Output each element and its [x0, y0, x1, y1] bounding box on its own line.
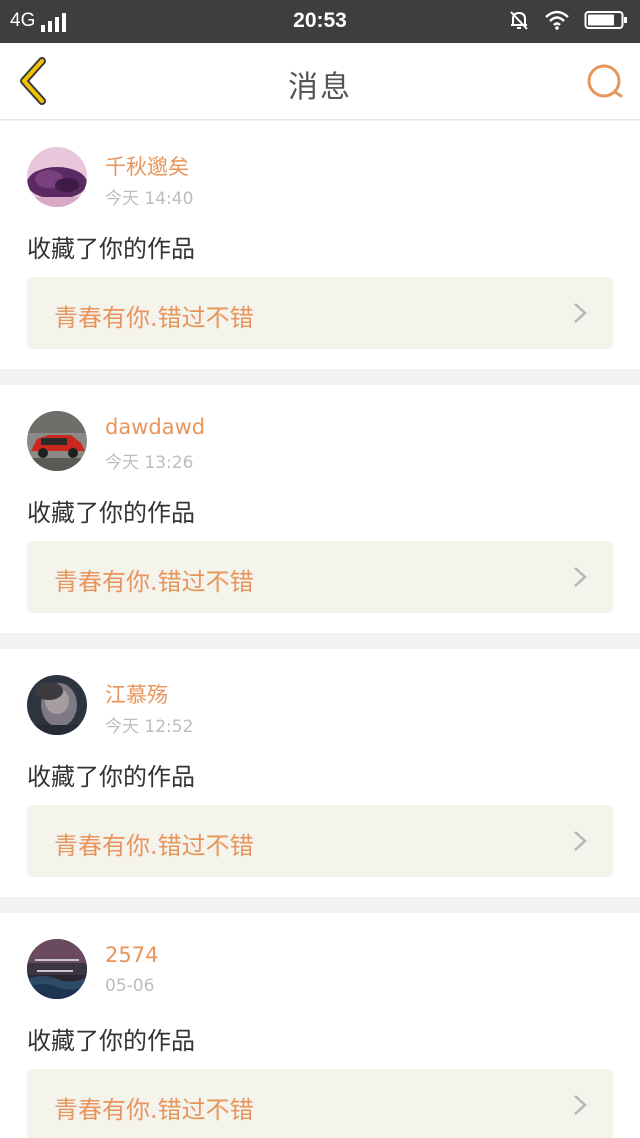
work-link[interactable]: 青春有你.错过不错: [27, 805, 613, 877]
timestamp: 05-06: [105, 976, 155, 996]
chevron-right-icon: [574, 567, 587, 587]
username[interactable]: dawdawd: [105, 415, 205, 439]
avatar[interactable]: [27, 675, 87, 735]
timestamp: 今天 14:40: [105, 189, 194, 209]
work-link[interactable]: 青春有你.错过不错: [27, 277, 613, 349]
work-link[interactable]: 青春有你.错过不错: [27, 541, 613, 613]
avatar[interactable]: [27, 147, 87, 207]
message-card[interactable]: 江慕殇 今天 12:52 收藏了你的作品 青春有你.错过不错: [0, 649, 640, 897]
message-card[interactable]: 2574 05-06 收藏了你的作品 青春有你.错过不错: [0, 913, 640, 1138]
page-title: 消息: [288, 70, 352, 105]
status-bar: 4G 20:53: [0, 0, 640, 43]
status-right: [508, 9, 628, 31]
battery-icon: [584, 11, 627, 29]
work-title: 青春有你.错过不错: [54, 832, 254, 860]
message-card[interactable]: 千秋邈矣 今天 14:40 收藏了你的作品 青春有你.错过不错: [0, 121, 640, 369]
work-title: 青春有你.错过不错: [54, 304, 254, 332]
action-text: 收藏了你的作品: [27, 763, 195, 791]
avatar[interactable]: [27, 939, 87, 999]
chevron-right-icon: [574, 1095, 587, 1115]
action-text: 收藏了你的作品: [27, 235, 195, 263]
action-text: 收藏了你的作品: [27, 1027, 195, 1055]
search-icon: [587, 64, 623, 98]
header: 消息: [0, 43, 640, 120]
work-title: 青春有你.错过不错: [54, 1096, 254, 1124]
search-button[interactable]: [584, 60, 626, 102]
username[interactable]: 千秋邈矣: [105, 151, 189, 181]
message-card[interactable]: dawdawd 今天 13:26 收藏了你的作品 青春有你.错过不错: [0, 385, 640, 633]
mute-bell-icon: [510, 11, 528, 30]
timestamp: 今天 12:52: [105, 717, 194, 737]
action-text: 收藏了你的作品: [27, 499, 195, 527]
work-title: 青春有你.错过不错: [54, 568, 254, 596]
work-link[interactable]: 青春有你.错过不错: [27, 1069, 613, 1138]
timestamp: 今天 13:26: [105, 453, 194, 473]
avatar[interactable]: [27, 411, 87, 471]
username[interactable]: 2574: [105, 943, 158, 967]
chevron-right-icon: [574, 831, 587, 851]
wifi-icon: [545, 10, 569, 30]
username[interactable]: 江慕殇: [105, 679, 168, 709]
chevron-right-icon: [574, 303, 587, 323]
